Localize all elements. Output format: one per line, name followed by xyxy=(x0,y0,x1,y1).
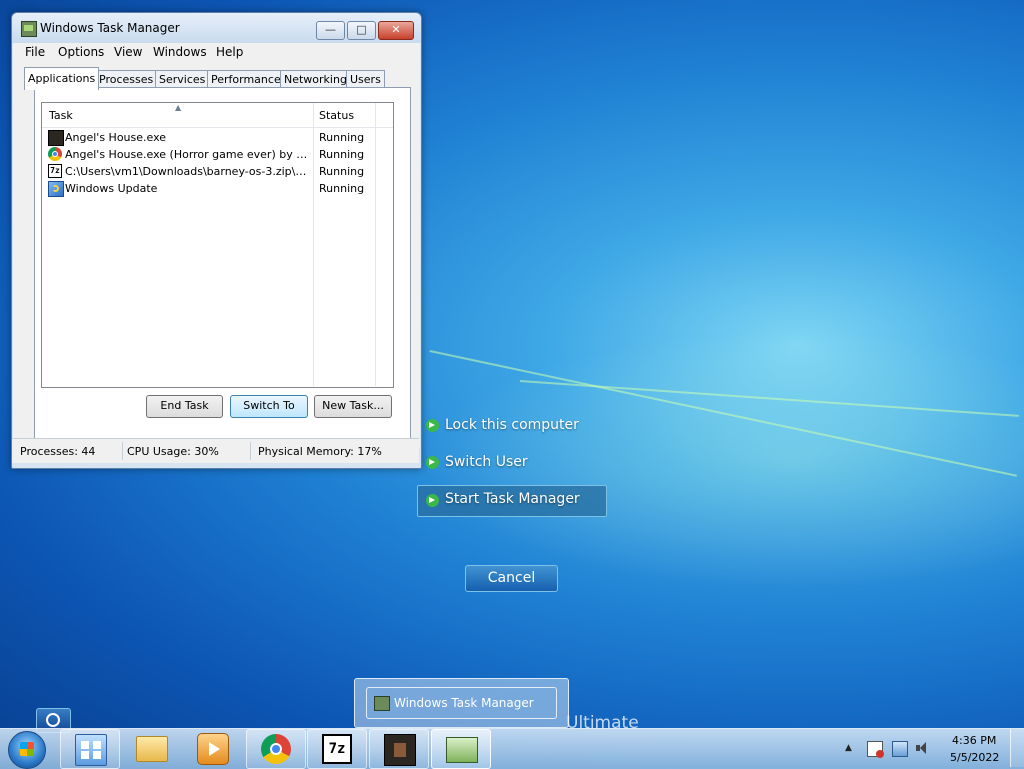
start-task-manager-option[interactable]: Start Task Manager xyxy=(417,485,607,517)
close-button[interactable]: ✕ xyxy=(378,21,414,40)
switch-to-button[interactable]: Switch To xyxy=(230,395,308,418)
status-cpu-usage: CPU Usage: 30% xyxy=(127,445,219,458)
clock-time[interactable]: 4:36 PM xyxy=(952,734,996,747)
status-bar: Processes: 44 CPU Usage: 30% Physical Me… xyxy=(12,438,419,463)
tab-networking[interactable]: Networking xyxy=(280,70,351,88)
row-status: Running xyxy=(319,131,365,144)
taskbar-windows-explorer[interactable] xyxy=(122,729,180,767)
thumbnail-label: Windows Task Manager xyxy=(394,696,534,710)
windows-explorer-icon xyxy=(136,736,168,762)
row-task-name: Windows Update xyxy=(65,182,158,195)
task-manager-icon xyxy=(446,737,478,763)
tab-services[interactable]: Services xyxy=(155,70,210,88)
tab-users[interactable]: Users xyxy=(346,70,385,88)
arrow-right-icon xyxy=(426,456,439,469)
column-header-status[interactable]: Status xyxy=(319,109,354,122)
table-row[interactable]: Angel's House.exe Running xyxy=(42,129,392,146)
option-label: Lock this computer xyxy=(445,417,579,433)
taskbar-game[interactable] xyxy=(369,729,429,769)
taskbar-thumbnail-popup: Windows Task Manager xyxy=(354,678,569,728)
sort-ascending-icon: ▲ xyxy=(175,103,182,112)
task-manager-icon xyxy=(374,696,390,711)
tab-performance[interactable]: Performance xyxy=(207,70,285,88)
chrome-icon xyxy=(261,734,291,764)
action-center-icon[interactable] xyxy=(867,741,884,758)
status-processes: Processes: 44 xyxy=(20,445,96,458)
show-desktop-button[interactable] xyxy=(1010,729,1024,767)
task-manager-icon xyxy=(21,21,37,37)
media-player-icon xyxy=(197,733,229,765)
row-status: Running xyxy=(319,165,365,178)
option-label: Switch User xyxy=(445,454,528,470)
menu-view[interactable]: View xyxy=(114,45,142,59)
taskbar-7zip[interactable]: 7z xyxy=(307,729,367,769)
column-header-task[interactable]: Task xyxy=(49,109,73,122)
game-icon xyxy=(384,734,416,766)
applications-list[interactable]: ▲ Task Status Angel's House.exe Running … xyxy=(41,102,394,388)
tab-applications[interactable]: Applications xyxy=(24,67,100,90)
window-title: Windows Task Manager xyxy=(40,21,180,35)
volume-icon[interactable] xyxy=(915,741,929,755)
title-bar[interactable]: Windows Task Manager — □ ✕ xyxy=(12,13,421,43)
maximize-button[interactable]: □ xyxy=(347,21,376,40)
table-row[interactable]: Windows Update Running xyxy=(42,180,392,197)
status-divider xyxy=(250,442,251,460)
7zip-icon: 7z xyxy=(48,164,62,178)
show-hidden-icons-button[interactable]: ▲ xyxy=(845,743,852,753)
arrow-right-icon xyxy=(426,494,439,507)
option-label: Start Task Manager xyxy=(445,491,580,507)
new-task-button[interactable]: New Task... xyxy=(314,395,392,418)
row-status: Running xyxy=(319,182,365,195)
minimize-button[interactable]: — xyxy=(316,21,345,40)
arrow-right-icon xyxy=(426,419,439,432)
row-task-name: C:\Users\vm1\Downloads\barney-os-3.zip\B… xyxy=(65,165,308,178)
windows-logo-icon xyxy=(20,742,34,756)
switch-user-option[interactable]: Switch User xyxy=(417,448,607,478)
start-button[interactable] xyxy=(8,731,46,769)
menu-file[interactable]: File xyxy=(25,45,45,59)
menu-windows[interactable]: Windows xyxy=(153,45,207,59)
tab-processes[interactable]: Processes xyxy=(95,70,158,88)
game-icon xyxy=(48,130,64,146)
taskbar-media-player[interactable] xyxy=(183,729,241,767)
table-row[interactable]: Angel's House.exe (Horror game ever) by … xyxy=(42,146,392,163)
taskbar-chrome[interactable] xyxy=(246,729,306,769)
end-task-button[interactable]: End Task xyxy=(146,395,223,418)
taskbar-control-panel[interactable] xyxy=(60,729,120,769)
status-physical-memory: Physical Memory: 17% xyxy=(258,445,382,458)
menu-bar: File Options View Windows Help xyxy=(13,43,420,63)
row-task-name: Angel's House.exe xyxy=(65,131,167,144)
7zip-icon: 7z xyxy=(322,734,352,764)
cancel-button[interactable]: Cancel xyxy=(465,565,558,592)
control-panel-icon xyxy=(75,734,107,766)
menu-help[interactable]: Help xyxy=(216,45,243,59)
lock-computer-option[interactable]: Lock this computer xyxy=(417,411,607,441)
clock-date[interactable]: 5/5/2022 xyxy=(950,751,999,764)
thumbnail-task-manager[interactable]: Windows Task Manager xyxy=(366,687,557,719)
chrome-icon xyxy=(48,147,62,161)
network-icon[interactable] xyxy=(892,741,908,757)
ease-of-access-icon xyxy=(46,713,60,727)
table-row[interactable]: 7z C:\Users\vm1\Downloads\barney-os-3.zi… xyxy=(42,163,392,180)
menu-options[interactable]: Options xyxy=(58,45,104,59)
list-header: ▲ Task Status xyxy=(42,103,393,128)
status-divider xyxy=(122,442,123,460)
row-task-name: Angel's House.exe (Horror game ever) by … xyxy=(65,148,308,161)
windows-update-icon xyxy=(48,181,64,197)
row-status: Running xyxy=(319,148,365,161)
taskbar-task-manager[interactable] xyxy=(431,729,491,769)
